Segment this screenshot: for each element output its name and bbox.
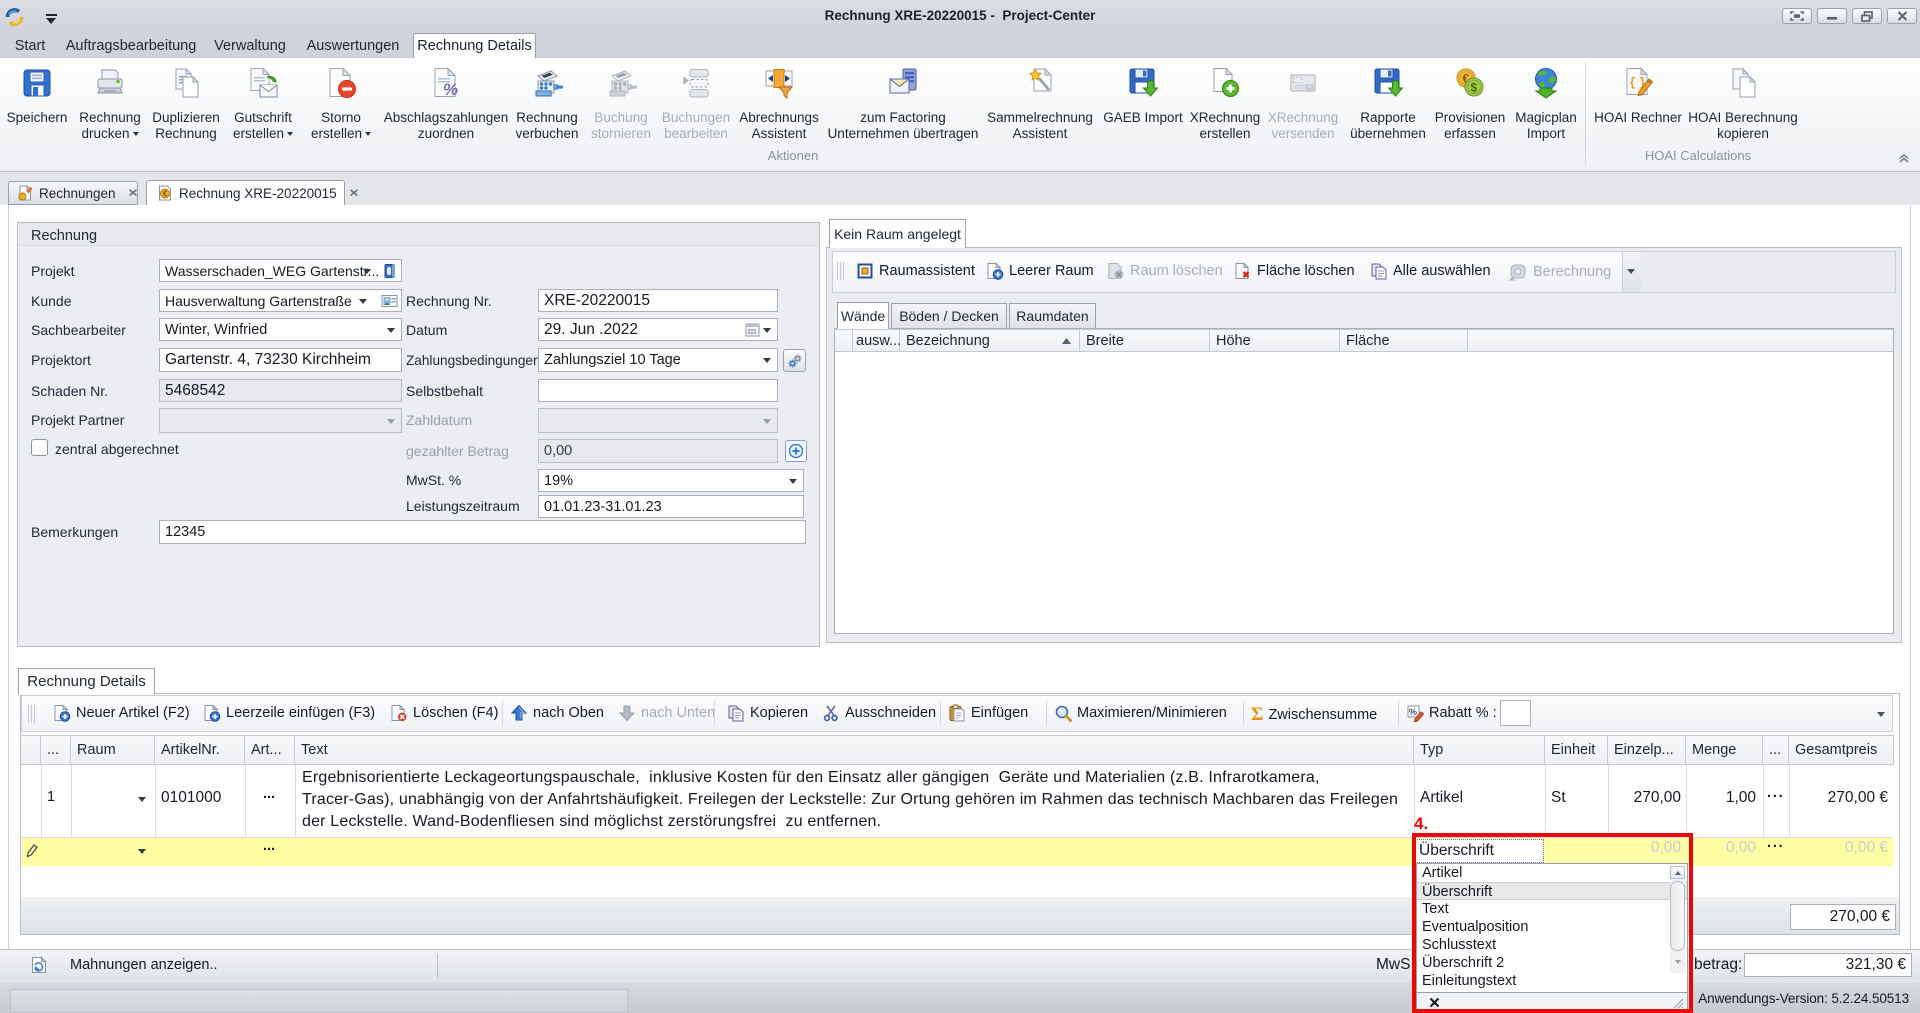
svg-text:%: % (1409, 707, 1417, 717)
svg-text:%: % (443, 80, 458, 99)
svg-text:€: € (163, 190, 168, 199)
